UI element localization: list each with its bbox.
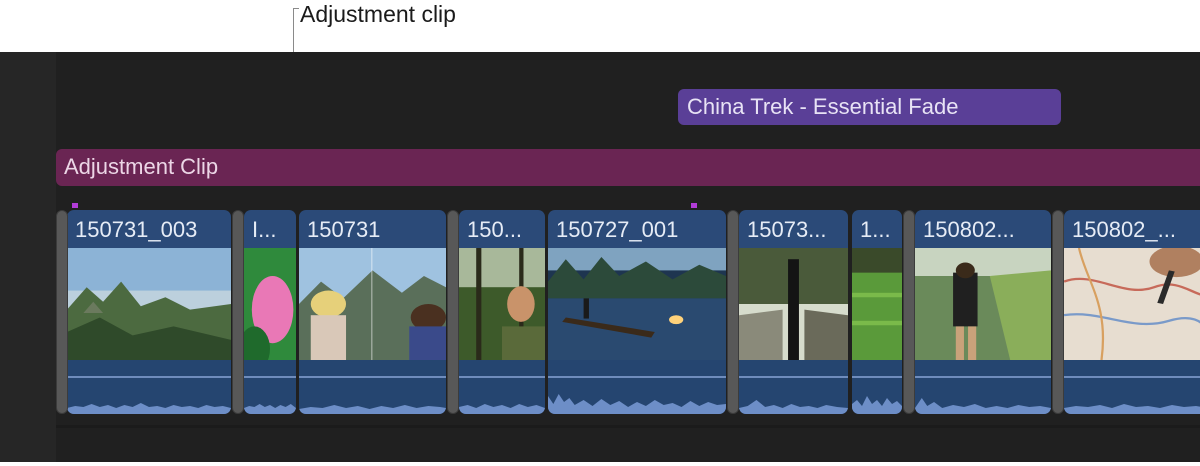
- clip-name: 15073...: [747, 217, 827, 242]
- adjustment-clip-label: Adjustment Clip: [64, 154, 219, 179]
- audio-waveform: [299, 360, 446, 414]
- clip-thumbnail: [852, 248, 902, 360]
- video-clip[interactable]: 150731: [299, 210, 446, 414]
- callout-label: Adjustment clip: [300, 1, 456, 27]
- audio-waveform: [244, 360, 296, 414]
- clip-name: 150802...: [923, 217, 1015, 242]
- callout-leader-tick: [293, 8, 299, 9]
- video-clip[interactable]: I...: [244, 210, 296, 414]
- clip-name: 150802_...: [1072, 217, 1176, 242]
- clip-edit-handle[interactable]: [447, 210, 459, 414]
- video-clip[interactable]: 150...: [459, 210, 545, 414]
- connected-title-clip[interactable]: China Trek - Essential Fade: [678, 89, 1061, 125]
- adjustment-clip[interactable]: Adjustment Clip: [56, 149, 1200, 186]
- timeline[interactable]: China Trek - Essential Fade Adjustment C…: [0, 52, 1200, 462]
- clip-thumbnail: [739, 248, 848, 360]
- audio-waveform: [852, 360, 902, 414]
- timeline-lower-track: [56, 425, 1200, 428]
- clip-name: 150727_001: [556, 217, 679, 242]
- clip-edit-handle[interactable]: [903, 210, 915, 414]
- clip-thumbnail: [1064, 248, 1200, 360]
- clip-edit-handle[interactable]: [56, 210, 68, 414]
- connected-title-label: China Trek - Essential Fade: [687, 94, 959, 119]
- video-clip[interactable]: 15073...: [739, 210, 848, 414]
- clip-thumbnail: [459, 248, 545, 360]
- audio-waveform: [459, 360, 545, 414]
- clip-edit-handle[interactable]: [727, 210, 739, 414]
- clip-thumbnail: [299, 248, 446, 360]
- marker[interactable]: [72, 203, 78, 208]
- audio-waveform: [915, 360, 1051, 414]
- clip-thumbnail: [244, 248, 296, 360]
- clip-name: 150731: [307, 217, 381, 242]
- audio-waveform: [548, 360, 726, 414]
- audio-waveform: [739, 360, 848, 414]
- clip-name: 1...: [860, 217, 891, 242]
- audio-waveform: [1064, 360, 1200, 414]
- clip-edit-handle[interactable]: [1052, 210, 1064, 414]
- clip-name: I...: [252, 217, 277, 242]
- primary-storyline: 150731_003 I... 150731 150... 150727_001…: [0, 210, 1200, 415]
- audio-waveform: [67, 360, 231, 414]
- video-clip[interactable]: 150727_001: [548, 210, 726, 414]
- video-clip[interactable]: 150802...: [915, 210, 1051, 414]
- clip-edit-handle[interactable]: [232, 210, 244, 414]
- clip-name: 150...: [467, 217, 523, 242]
- video-clip[interactable]: 150731_003: [67, 210, 231, 414]
- clip-thumbnail: [67, 248, 231, 360]
- clip-name: 150731_003: [75, 217, 198, 242]
- clip-thumbnail: [548, 248, 726, 360]
- video-clip[interactable]: 1...: [852, 210, 902, 414]
- video-clip[interactable]: 150802_...: [1064, 210, 1200, 414]
- marker[interactable]: [691, 203, 697, 208]
- clip-thumbnail: [915, 248, 1051, 360]
